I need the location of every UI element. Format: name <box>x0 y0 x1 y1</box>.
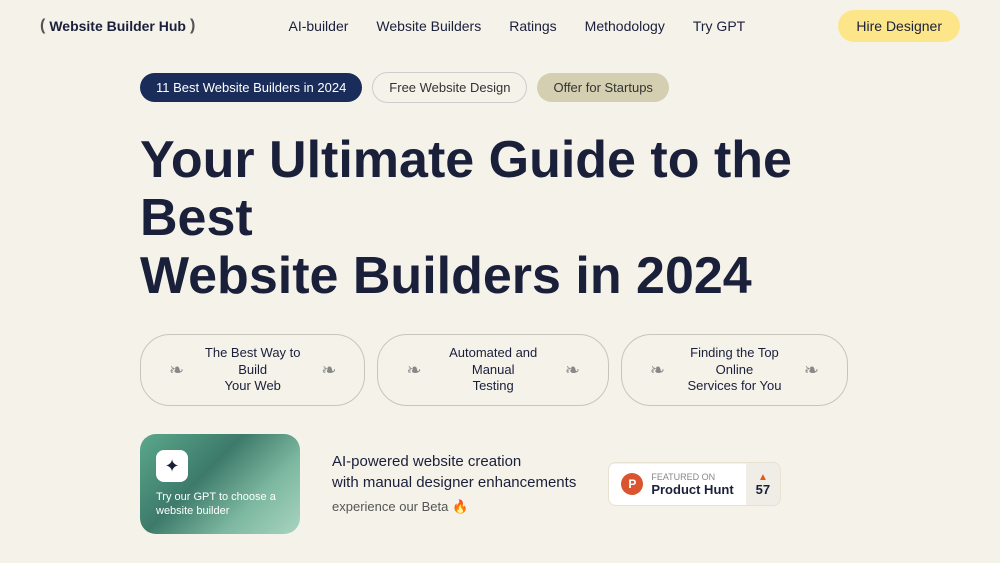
hire-designer-button[interactable]: Hire Designer <box>838 10 960 42</box>
badge-best-way: ❧ The Best Way to Build Your Web ❧ <box>140 334 365 407</box>
laurel-right-icon: ❧ <box>321 360 336 381</box>
nav-link-methodology[interactable]: Methodology <box>585 18 665 34</box>
navbar: ( Website Builder Hub ) AI-builder Websi… <box>0 0 1000 52</box>
nav-links: AI-builder Website Builders Ratings Meth… <box>288 18 745 34</box>
gpt-card[interactable]: ✦ Try our GPT to choose a website builde… <box>140 434 300 534</box>
laurel-right-icon-2: ❧ <box>565 360 580 381</box>
badge-finding: ❧ Finding the Top Online Services for Yo… <box>621 334 848 407</box>
tag-best-builders[interactable]: 11 Best Website Builders in 2024 <box>140 73 362 102</box>
tag-free-design[interactable]: Free Website Design <box>372 72 527 103</box>
nav-link-ai-builder[interactable]: AI-builder <box>288 18 348 34</box>
gpt-icon: ✦ <box>156 450 188 482</box>
hero-heading-line2: Website Builders in 2024 <box>140 247 752 305</box>
experience-beta-text: experience our Beta 🔥 <box>332 499 576 515</box>
ph-vote-count: 57 <box>756 483 770 496</box>
tag-offer-startups[interactable]: Offer for Startups <box>537 73 668 102</box>
ph-right: ▲ 57 <box>746 463 780 505</box>
ai-powered-text: AI-powered website creation <box>332 453 576 470</box>
ph-logo-icon: P <box>621 473 643 495</box>
gpt-icon-symbol: ✦ <box>164 456 179 477</box>
nav-link-try-gpt[interactable]: Try GPT <box>693 18 745 34</box>
logo-bracket-right: ) <box>190 17 195 35</box>
nav-link-website-builders[interactable]: Website Builders <box>376 18 481 34</box>
nav-link-ratings[interactable]: Ratings <box>509 18 556 34</box>
ph-prefix: FEATURED ON <box>651 472 733 482</box>
logo-bracket-left: ( <box>40 17 45 35</box>
ph-label: FEATURED ON Product Hunt <box>651 472 733 497</box>
laurel-right-icon-3: ❧ <box>804 360 819 381</box>
logo[interactable]: ( Website Builder Hub ) <box>40 17 195 35</box>
gpt-card-text: Try our GPT to choose a website builder <box>156 490 284 519</box>
bottom-row: ✦ Try our GPT to choose a website builde… <box>140 434 860 534</box>
logo-text: Website Builder Hub <box>49 18 186 34</box>
hero-heading-line1: Your Ultimate Guide to the Best <box>140 131 792 247</box>
laurel-left-icon: ❧ <box>169 360 184 381</box>
ai-sub-text: with manual designer enhancements <box>332 474 576 491</box>
ph-left: P FEATURED ON Product Hunt <box>609 464 745 505</box>
product-hunt-badge[interactable]: P FEATURED ON Product Hunt ▲ 57 <box>608 462 781 506</box>
badges-row: ❧ The Best Way to Build Your Web ❧ ❧ Aut… <box>140 334 860 407</box>
ai-section: AI-powered website creation with manual … <box>332 453 576 515</box>
tags-row: 11 Best Website Builders in 2024 Free We… <box>140 72 860 103</box>
badge-testing-text: Automated and Manual Testing <box>430 345 557 396</box>
ph-text: Product Hunt <box>651 482 733 497</box>
badge-finding-text: Finding the Top Online Services for You <box>673 345 796 396</box>
laurel-left-icon-3: ❧ <box>650 360 665 381</box>
main-content: 11 Best Website Builders in 2024 Free We… <box>0 52 1000 534</box>
laurel-left-icon-2: ❧ <box>406 360 421 381</box>
badge-best-way-text: The Best Way to Build Your Web <box>192 345 313 396</box>
badge-testing: ❧ Automated and Manual Testing ❧ <box>377 334 608 407</box>
hero-heading: Your Ultimate Guide to the Best Website … <box>140 131 860 306</box>
